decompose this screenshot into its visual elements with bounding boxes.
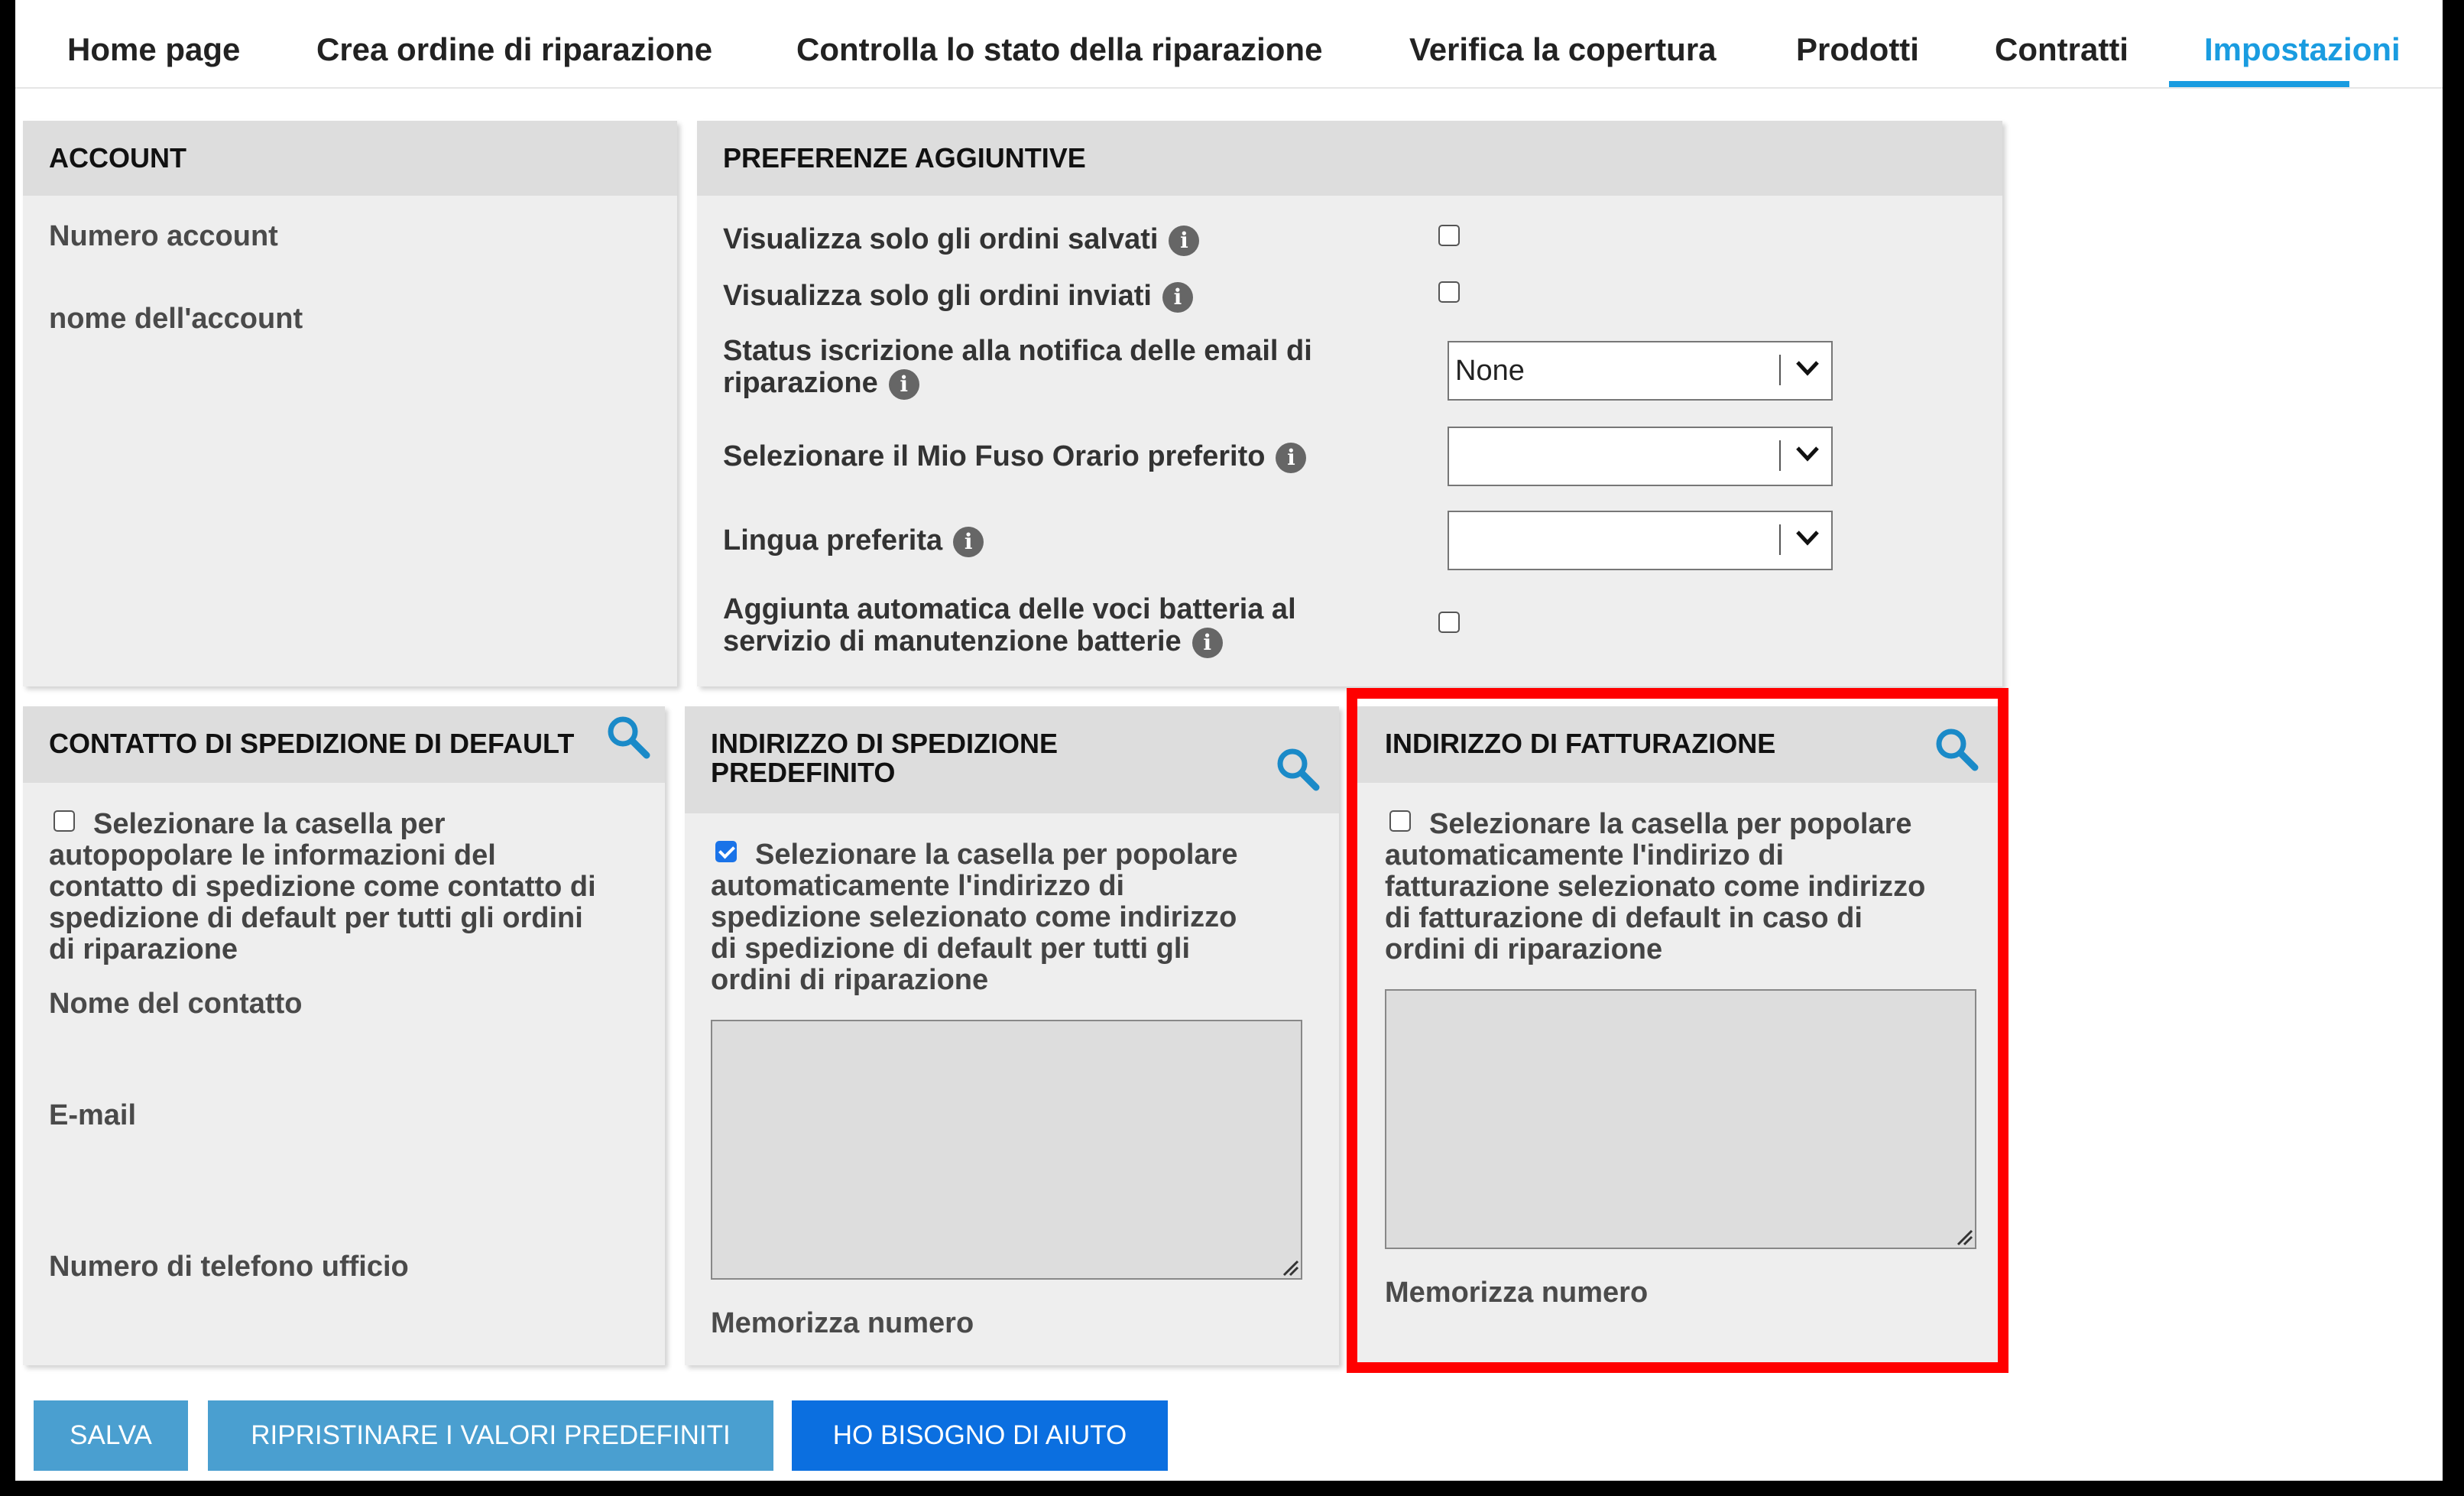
office-phone-label: Numero di telefono ufficio	[49, 1251, 409, 1283]
contact-name-label: Nome del contatto	[49, 988, 303, 1020]
desc-line: spedizione di default per tutti gli ordi…	[49, 902, 583, 934]
battery-text-line1: Aggiunta automatica delle voci batteria …	[723, 593, 1296, 625]
saved-orders-text: Visualizza solo gli ordini salvati	[723, 223, 1159, 255]
account-name-label: nome dell'account	[49, 303, 303, 335]
desc-line: ordini di riparazione	[1385, 933, 1663, 965]
tab-contracts[interactable]: Contratti	[1995, 0, 2128, 87]
settings-page: Home page Crea ordine di riparazione Con…	[15, 0, 2443, 1481]
email-status-label: Status iscrizione alla notifica delle em…	[723, 335, 1312, 400]
email-status-text-line2: riparazione i	[723, 367, 1312, 400]
resize-handle-icon[interactable]	[1279, 1257, 1299, 1277]
shipping-address-panel: INDIRIZZO DI SPEDIZIONE PREDEFINITO Sele…	[685, 706, 1339, 1365]
info-icon[interactable]: i	[1162, 281, 1193, 313]
tab-verify-coverage[interactable]: Verifica la copertura	[1409, 0, 1717, 87]
battery-text-line2: servizio di manutenzione batterie i	[723, 625, 1296, 658]
select-separator	[1779, 355, 1781, 385]
email-status-text-line2-value: riparazione	[723, 367, 878, 399]
desc-line: Selezionare la casella per popolare	[1429, 808, 1912, 840]
desc-line: automaticamente l'indirizzo di	[711, 870, 1125, 902]
info-icon[interactable]: i	[1276, 442, 1307, 473]
email-status-select[interactable]: None	[1448, 341, 1833, 401]
desc-line: Selezionare la casella per popolare	[755, 839, 1238, 871]
desc-line: contatto di spedizione come contatto di	[49, 871, 596, 903]
battery-label: Aggiunta automatica delle voci batteria …	[723, 593, 1296, 658]
info-icon[interactable]: i	[888, 368, 919, 400]
battery-text-line2-value: servizio di manutenzione batterie	[723, 625, 1182, 657]
shipping-address-textarea[interactable]	[711, 1020, 1302, 1280]
desc-line: Selezionare la casella per	[93, 808, 446, 840]
language-select[interactable]	[1448, 511, 1833, 570]
desc-line: ordini di riparazione	[711, 964, 989, 996]
help-button[interactable]: HO BISOGNO DI AIUTO	[792, 1400, 1168, 1471]
desc-line: automaticamente l'indirizo di	[1385, 839, 1785, 871]
account-number-label: Numero account	[49, 220, 278, 252]
search-icon[interactable]	[604, 712, 653, 761]
tab-home[interactable]: Home page	[67, 0, 240, 87]
info-icon[interactable]: i	[1169, 225, 1200, 256]
info-icon[interactable]: i	[953, 526, 984, 557]
desc-line: spedizione selezionato come indirizzo	[711, 901, 1237, 933]
shipping-address-title-line1: INDIRIZZO DI SPEDIZIONE	[711, 728, 1059, 759]
select-separator	[1779, 440, 1781, 471]
account-title: ACCOUNT	[49, 142, 186, 174]
desc-line: autopopolare le informazioni del	[49, 839, 496, 871]
save-button[interactable]: SALVA	[34, 1400, 188, 1471]
top-nav: Home page Crea ordine di riparazione Con…	[15, 0, 2443, 89]
tab-products[interactable]: Prodotti	[1796, 0, 1919, 87]
store-number-label: Memorizza numero	[1385, 1277, 1649, 1309]
chevron-down-icon	[1796, 361, 1819, 376]
desc-line: fatturazione selezionato come indirizzo	[1385, 871, 1926, 903]
shipping-contact-title: CONTATTO DI SPEDIZIONE DI DEFAULT	[49, 728, 575, 759]
restore-defaults-button[interactable]: RIPRISTINARE I VALORI PREDEFINITI	[208, 1400, 773, 1471]
timezone-select[interactable]	[1448, 427, 1833, 486]
tab-create-repair-order[interactable]: Crea ordine di riparazione	[316, 0, 712, 87]
shipping-contact-panel: CONTATTO DI SPEDIZIONE DI DEFAULT Selezi…	[23, 706, 665, 1365]
tab-repair-status[interactable]: Controlla lo stato della riparazione	[796, 0, 1322, 87]
timezone-text: Selezionare il Mio Fuso Orario preferito	[723, 440, 1266, 472]
resize-handle-icon[interactable]	[1953, 1226, 1973, 1246]
billing-address-title: INDIRIZZO DI FATTURAZIONE	[1385, 728, 1776, 759]
saved-orders-label: Visualizza solo gli ordini salvati i	[723, 223, 1200, 256]
info-icon[interactable]: i	[1191, 627, 1223, 658]
billing-address-textarea[interactable]	[1385, 989, 1976, 1249]
account-panel-header: ACCOUNT	[23, 121, 677, 196]
saved-orders-checkbox[interactable]	[1438, 225, 1460, 246]
shipping-contact-description: Selezionare la casella per autopopolare …	[49, 809, 660, 965]
preferences-title: PREFERENZE AGGIUNTIVE	[723, 142, 1086, 174]
sent-orders-label: Visualizza solo gli ordini inviati i	[723, 280, 1193, 313]
shipping-address-title-line2: PREDEFINITO	[711, 757, 896, 788]
shipping-contact-header: CONTATTO DI SPEDIZIONE DI DEFAULT	[23, 706, 665, 783]
billing-address-description: Selezionare la casella per popolare auto…	[1385, 809, 1989, 965]
select-separator	[1779, 524, 1781, 555]
email-status-value: None	[1455, 355, 1525, 387]
search-icon[interactable]	[1273, 745, 1322, 793]
shipping-address-description: Selezionare la casella per popolare auto…	[711, 839, 1322, 996]
sent-orders-checkbox[interactable]	[1438, 281, 1460, 303]
search-icon[interactable]	[1932, 725, 1981, 774]
active-tab-indicator	[2169, 81, 2349, 87]
store-number-label: Memorizza numero	[711, 1307, 974, 1339]
chevron-down-icon	[1796, 531, 1819, 546]
email-status-text-line1: Status iscrizione alla notifica delle em…	[723, 335, 1312, 367]
account-panel: ACCOUNT Numero account nome dell'account	[23, 121, 677, 686]
shipping-address-title: INDIRIZZO DI SPEDIZIONE PREDEFINITO	[711, 729, 1058, 787]
desc-line: di spedizione di default per tutti gli	[711, 933, 1190, 965]
shipping-address-header: INDIRIZZO DI SPEDIZIONE PREDEFINITO	[685, 706, 1339, 813]
preferences-panel-header: PREFERENZE AGGIUNTIVE	[697, 121, 2002, 196]
language-text: Lingua preferita	[723, 524, 943, 557]
sent-orders-text: Visualizza solo gli ordini inviati	[723, 280, 1152, 312]
billing-address-header: INDIRIZZO DI FATTURAZIONE	[1357, 706, 1998, 783]
desc-line: di fatturazione di default in caso di	[1385, 902, 1863, 934]
chevron-down-icon	[1796, 446, 1819, 462]
desc-line: di riparazione	[49, 933, 238, 965]
timezone-label: Selezionare il Mio Fuso Orario preferito…	[723, 440, 1307, 473]
email-label: E-mail	[49, 1099, 137, 1131]
battery-checkbox[interactable]	[1438, 612, 1460, 633]
billing-address-panel: INDIRIZZO DI FATTURAZIONE Selezionare la…	[1357, 706, 1998, 1362]
language-label: Lingua preferita i	[723, 524, 984, 557]
tab-settings[interactable]: Impostazioni	[2204, 0, 2401, 87]
preferences-panel: PREFERENZE AGGIUNTIVE Visualizza solo gl…	[697, 121, 2002, 686]
